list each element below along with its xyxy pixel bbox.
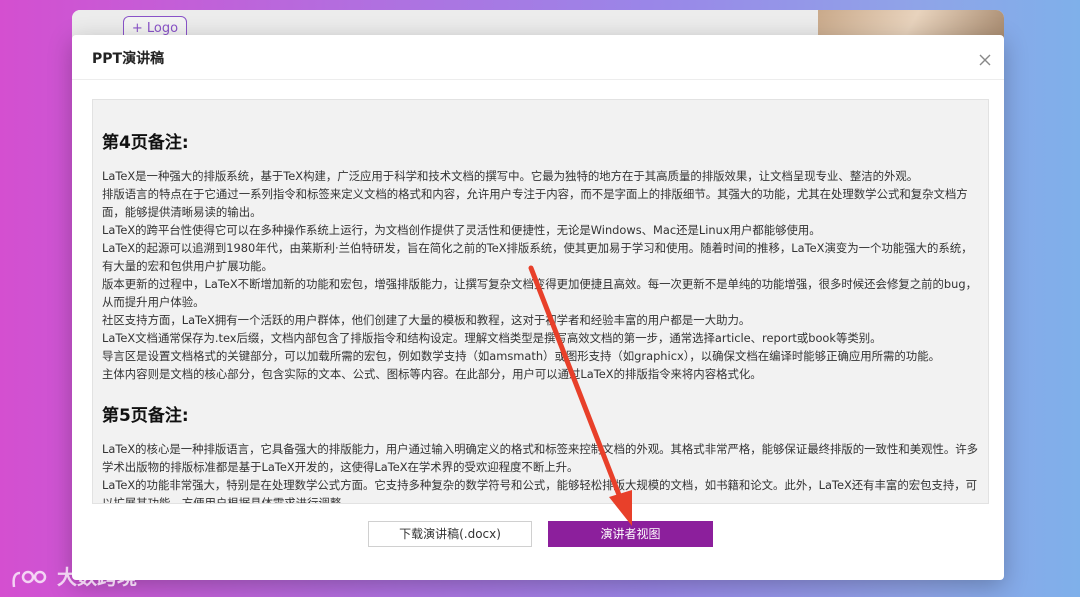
dialog-footer: 下载演讲稿(.docx) 演讲者视图 [72, 521, 1004, 547]
presenter-view-button[interactable]: 演讲者视图 [548, 521, 713, 547]
section-heading: 第4页备注: [102, 133, 189, 153]
notes-content[interactable]: 第4页备注: LaTeX是一种强大的排版系统，基于TeX构建，广泛应用于科学和技… [92, 99, 989, 504]
note-paragraph: 版本更新的过程中，LaTeX不断增加新的功能和宏包，增强排版能力，让撰写复杂文档… [102, 277, 977, 309]
note-paragraph: LaTeX的跨平台性使得它可以在多种操作系统上运行，为文档创作提供了灵活性和便捷… [102, 223, 821, 237]
dialog-title: PPT演讲稿 [92, 51, 165, 67]
close-icon[interactable] [978, 52, 992, 66]
note-paragraph: LaTeX的核心是一种排版语言，它具备强大的排版能力，用户通过输入明确定义的格式… [102, 442, 979, 474]
watermark-logo-icon [12, 570, 47, 587]
note-paragraph: LaTeX文档通常保存为.tex后缀，文档内部包含了排版指令和结构设定。理解文档… [102, 331, 882, 345]
note-paragraph: 导言区是设置文档格式的关键部分，可以加载所需的宏包，例如数学支持（如amsmat… [102, 349, 940, 363]
dialog-header: PPT演讲稿 [72, 35, 1004, 80]
watermark-text: 大数跨境 [56, 565, 137, 589]
notes-section-page-4: 第4页备注: LaTeX是一种强大的排版系统，基于TeX构建，广泛应用于科学和技… [102, 128, 980, 383]
note-paragraph: LaTeX是一种强大的排版系统，基于TeX构建，广泛应用于科学和技术文档的撰写中… [102, 169, 919, 183]
note-paragraph: 社区支持方面，LaTeX拥有一个活跃的用户群体，他们创建了大量的模板和教程，这对… [102, 313, 751, 327]
note-paragraph: LaTeX的起源可以追溯到1980年代，由莱斯利·兰伯特研发，旨在简化之前的Te… [102, 241, 973, 273]
speaker-notes-dialog: PPT演讲稿 第4页备注: LaTeX是一种强大的排版系统，基于TeX构建，广泛… [72, 35, 1004, 580]
note-paragraph: 主体内容则是文档的核心部分，包含实际的文本、公式、图标等内容。在此部分，用户可以… [102, 367, 762, 381]
section-heading: 第5页备注: [102, 406, 189, 426]
note-paragraph: 排版语言的特点在于它通过一系列指令和标签来定义文档的格式和内容，允许用户专注于内… [102, 187, 968, 219]
download-docx-button[interactable]: 下载演讲稿(.docx) [368, 521, 532, 547]
notes-section-page-5: 第5页备注: LaTeX的核心是一种排版语言，它具备强大的排版能力，用户通过输入… [102, 401, 980, 504]
note-paragraph: LaTeX的功能非常强大，特别是在处理数学公式方面。它支持多种复杂的数学符号和公… [102, 478, 978, 504]
watermark: 大数跨境 [10, 564, 137, 590]
